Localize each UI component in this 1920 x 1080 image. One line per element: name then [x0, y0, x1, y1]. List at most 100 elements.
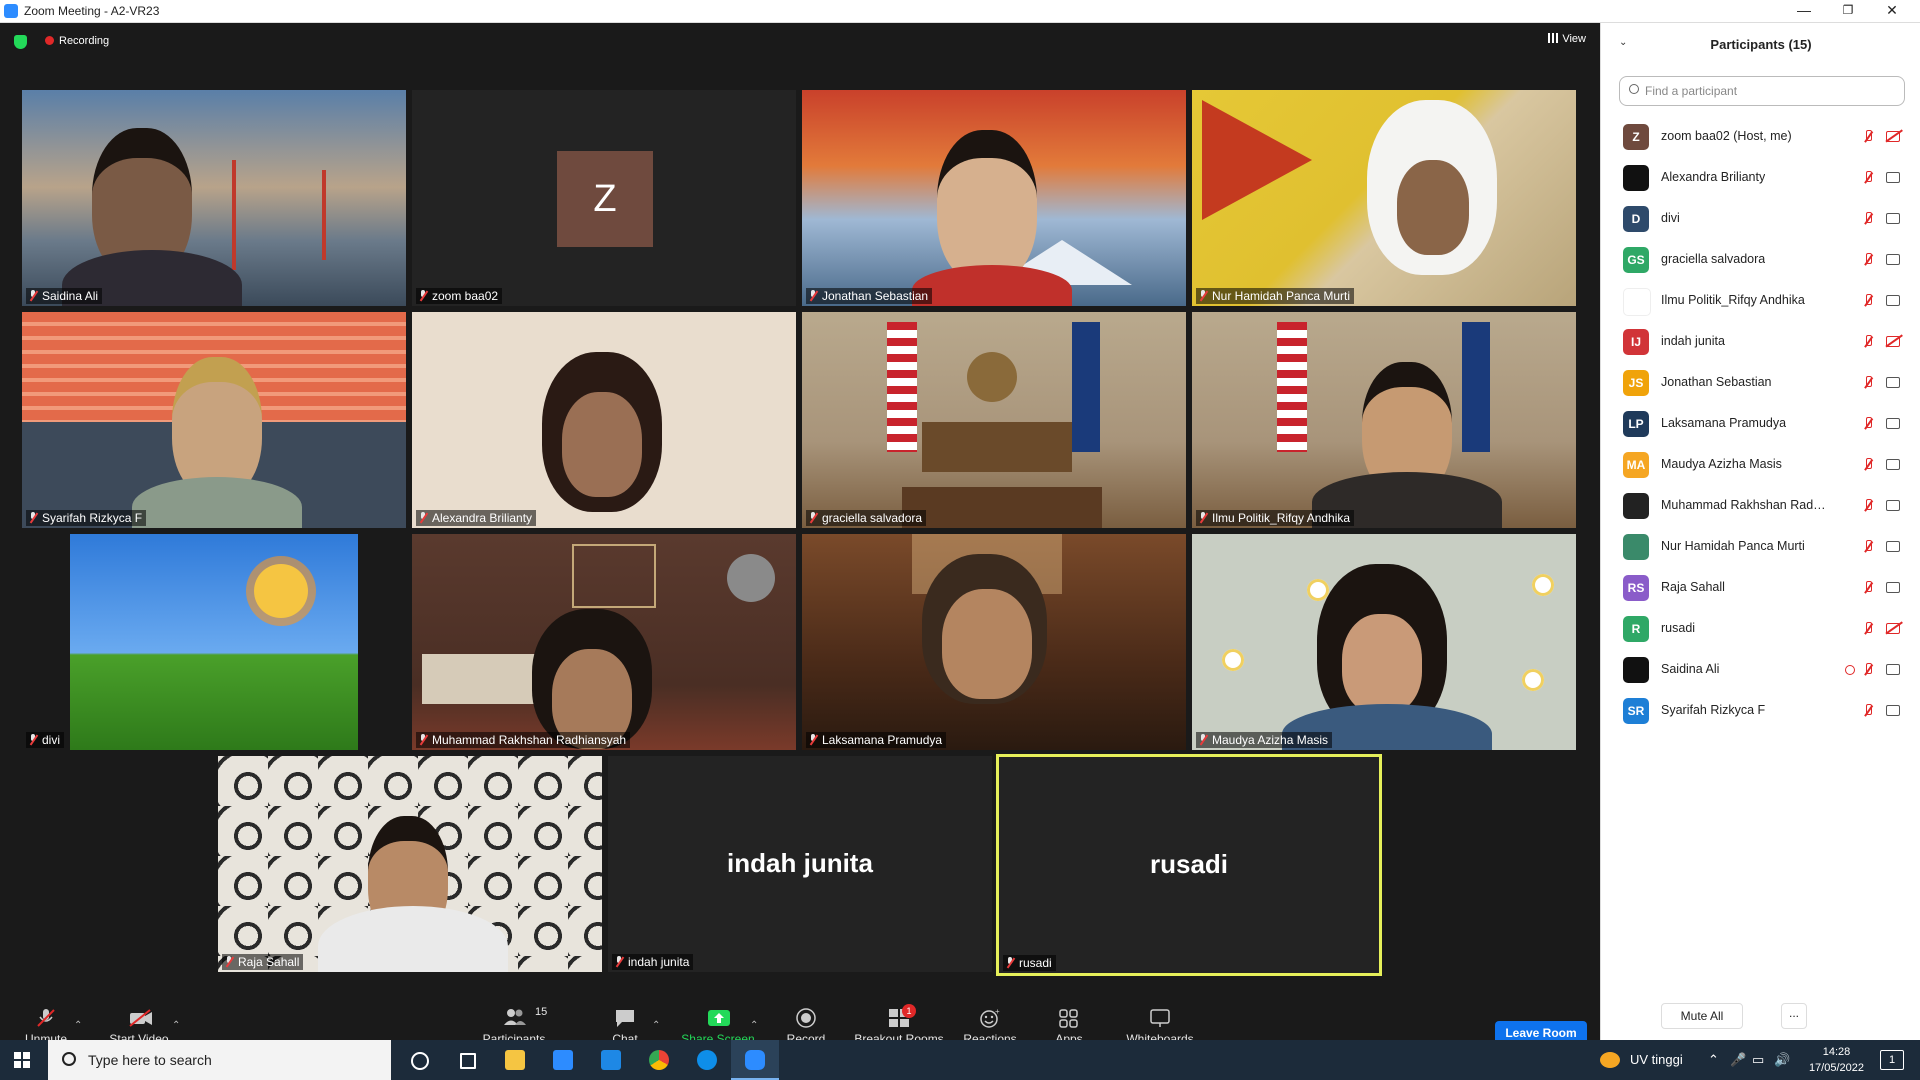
video-on-icon[interactable]: [1886, 418, 1900, 429]
close-window-button[interactable]: ✕: [1870, 0, 1914, 22]
weather-text[interactable]: UV tinggi: [1630, 1052, 1683, 1067]
muted-mic-icon[interactable]: [1863, 376, 1873, 390]
teamviewer-icon[interactable]: [683, 1040, 731, 1080]
recording-indicator[interactable]: Recording: [45, 35, 109, 47]
video-tile[interactable]: Raja Sahall: [218, 756, 602, 972]
video-tile[interactable]: Z zoom baa02: [412, 90, 796, 306]
zoom-taskbar-icon[interactable]: [731, 1040, 779, 1080]
participant-row[interactable]: Ilmu Politik_Rifqy Andhika: [1601, 281, 1920, 322]
chrome-icon[interactable]: [635, 1040, 683, 1080]
store-icon[interactable]: [539, 1040, 587, 1080]
participant-row[interactable]: Ddivi: [1601, 199, 1920, 240]
muted-mic-icon[interactable]: [1863, 499, 1873, 513]
participant-row[interactable]: LP Laksamana Pramudya: [1601, 404, 1920, 445]
video-tile[interactable]: Alexandra Brilianty: [412, 312, 796, 528]
muted-mic-icon[interactable]: [1863, 294, 1873, 308]
video-on-icon[interactable]: [1886, 541, 1900, 552]
weather-icon[interactable]: [1600, 1052, 1620, 1068]
participant-name: divi: [1661, 211, 1680, 225]
video-off-icon[interactable]: [1886, 623, 1900, 634]
file-explorer-icon[interactable]: [491, 1040, 539, 1080]
mute-all-button[interactable]: Mute All: [1661, 1003, 1743, 1029]
video-off-icon[interactable]: [1886, 131, 1900, 142]
participant-body: [132, 477, 302, 528]
participant-row[interactable]: IJ indah junita: [1601, 322, 1920, 363]
windows-start-icon[interactable]: [14, 1052, 30, 1068]
taskbar-clock[interactable]: 14:28 17/05/2022: [1809, 1044, 1864, 1076]
muted-mic-icon[interactable]: [1863, 171, 1873, 185]
notification-center-icon[interactable]: 1: [1880, 1050, 1904, 1070]
video-tile[interactable]: Laksamana Pramudya: [802, 534, 1186, 750]
mail-icon[interactable]: [587, 1040, 635, 1080]
video-tile[interactable]: Muhammad Rakhshan Radhiansyah: [412, 534, 796, 750]
video-tile[interactable]: Syarifah Rizkyca F: [22, 312, 406, 528]
restore-button[interactable]: ❐: [1826, 0, 1870, 22]
muted-mic-icon[interactable]: [1863, 622, 1873, 636]
muted-mic-icon[interactable]: [1863, 540, 1873, 554]
participant-row[interactable]: GS graciella salvadora: [1601, 240, 1920, 281]
view-button[interactable]: View: [1548, 33, 1586, 45]
video-tile[interactable]: Nur Hamidah Panca Murti: [1192, 90, 1576, 306]
participant-row[interactable]: Alexandra Brilianty: [1601, 158, 1920, 199]
more-options-button[interactable]: ...: [1781, 1003, 1807, 1029]
muted-mic-icon[interactable]: [1863, 581, 1873, 595]
muted-mic-icon[interactable]: [1863, 253, 1873, 267]
chat-options-caret[interactable]: ⌃: [652, 1020, 660, 1031]
video-tile[interactable]: graciella salvadora: [802, 312, 1186, 528]
task-view-icon[interactable]: [395, 1040, 443, 1080]
video-tile[interactable]: divi: [22, 534, 406, 750]
taskbar-search-box[interactable]: Type here to search: [48, 1040, 391, 1080]
participant-row[interactable]: MA Maudya Azizha Masis: [1601, 445, 1920, 486]
video-on-icon[interactable]: [1886, 213, 1900, 224]
video-tile[interactable]: Maudya Azizha Masis: [1192, 534, 1576, 750]
video-tile[interactable]: indah junita indah junita: [608, 756, 992, 972]
security-shield-icon[interactable]: [14, 35, 27, 49]
video-on-icon[interactable]: [1886, 254, 1900, 265]
video-tile[interactable]: Saidina Ali: [22, 90, 406, 306]
search-icon: [1629, 84, 1639, 94]
participant-row[interactable]: RS Raja Sahall: [1601, 568, 1920, 609]
network-icon[interactable]: ▭: [1752, 1052, 1764, 1068]
volume-icon[interactable]: 🔊: [1774, 1052, 1790, 1068]
share-options-caret[interactable]: ⌃: [750, 1020, 758, 1031]
video-tile[interactable]: Ilmu Politik_Rifqy Andhika: [1192, 312, 1576, 528]
muted-mic-icon[interactable]: [1863, 458, 1873, 472]
video-tile[interactable]: Jonathan Sebastian: [802, 90, 1186, 306]
muted-mic-icon[interactable]: [1863, 663, 1873, 677]
participant-row[interactable]: Rrusadi: [1601, 609, 1920, 650]
tile-name: Saidina Ali: [26, 288, 103, 304]
participant-row[interactable]: Zzoom baa02 (Host, me): [1601, 117, 1920, 158]
participant-search-input[interactable]: Find a participant: [1619, 76, 1905, 106]
video-on-icon[interactable]: [1886, 705, 1900, 716]
video-off-icon[interactable]: [1886, 336, 1900, 347]
participant-avatar: LP: [1623, 411, 1649, 437]
video-options-caret[interactable]: ⌃: [172, 1020, 180, 1031]
participant-avatar: SR: [1623, 698, 1649, 724]
video-on-icon[interactable]: [1886, 500, 1900, 511]
muted-mic-icon[interactable]: [1863, 212, 1873, 226]
muted-mic-icon[interactable]: [1863, 335, 1873, 349]
muted-mic-icon: [225, 956, 233, 967]
participant-row[interactable]: JS Jonathan Sebastian: [1601, 363, 1920, 404]
participant-row[interactable]: SR Syarifah Rizkyca F: [1601, 691, 1920, 732]
participant-row[interactable]: Nur Hamidah Panca Murti: [1601, 527, 1920, 568]
multitask-icon[interactable]: [443, 1040, 491, 1080]
video-tile-active-speaker[interactable]: rusadi rusadi: [996, 754, 1382, 976]
muted-mic-icon[interactable]: [1863, 417, 1873, 431]
participant-row[interactable]: Saidina Ali: [1601, 650, 1920, 691]
minimize-button[interactable]: —: [1782, 0, 1826, 22]
tray-chevron-icon[interactable]: ⌃: [1708, 1052, 1719, 1068]
video-on-icon[interactable]: [1886, 664, 1900, 675]
mic-tray-icon[interactable]: 🎤: [1730, 1052, 1746, 1068]
muted-mic-icon[interactable]: [1863, 130, 1873, 144]
audio-options-caret[interactable]: ⌃: [74, 1020, 82, 1031]
video-on-icon[interactable]: [1886, 172, 1900, 183]
video-on-icon[interactable]: [1886, 377, 1900, 388]
video-on-icon[interactable]: [1886, 582, 1900, 593]
participant-avatar: IJ: [1623, 329, 1649, 355]
participant-row[interactable]: Muhammad Rakhshan Radhiansyah: [1601, 486, 1920, 527]
video-on-icon[interactable]: [1886, 295, 1900, 306]
record-icon: [795, 1008, 817, 1028]
muted-mic-icon[interactable]: [1863, 704, 1873, 718]
video-on-icon[interactable]: [1886, 459, 1900, 470]
